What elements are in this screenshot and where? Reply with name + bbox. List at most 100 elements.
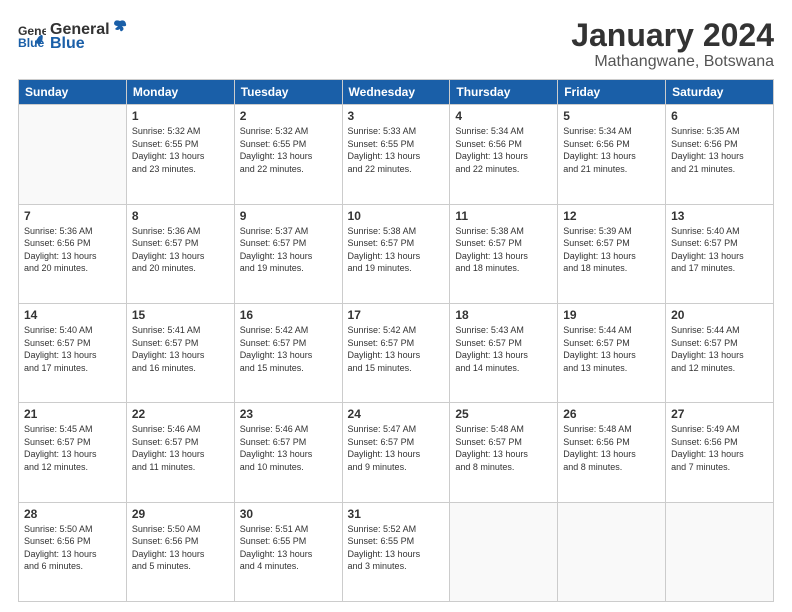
day-number: 26 [563, 407, 660, 421]
day-info: Sunrise: 5:50 AM Sunset: 6:56 PM Dayligh… [132, 523, 229, 573]
day-number: 14 [24, 308, 121, 322]
page: General Blue General Blue January 2024 M… [0, 0, 792, 612]
calendar-cell: 8 Sunrise: 5:36 AM Sunset: 6:57 PM Daylig… [126, 204, 234, 303]
day-info: Sunrise: 5:46 AM Sunset: 6:57 PM Dayligh… [132, 423, 229, 473]
day-number: 9 [240, 209, 337, 223]
day-info: Sunrise: 5:40 AM Sunset: 6:57 PM Dayligh… [24, 324, 121, 374]
calendar-cell: 7 Sunrise: 5:36 AM Sunset: 6:56 PM Daylig… [19, 204, 127, 303]
day-info: Sunrise: 5:37 AM Sunset: 6:57 PM Dayligh… [240, 225, 337, 275]
calendar-cell: 6 Sunrise: 5:35 AM Sunset: 6:56 PM Daylig… [666, 105, 774, 204]
calendar-header-thursday: Thursday [450, 80, 558, 105]
calendar-cell: 9 Sunrise: 5:37 AM Sunset: 6:57 PM Daylig… [234, 204, 342, 303]
day-info: Sunrise: 5:36 AM Sunset: 6:56 PM Dayligh… [24, 225, 121, 275]
calendar-week-1: 1Sunrise: 5:32 AM Sunset: 6:55 PM Daylig… [19, 105, 774, 204]
calendar-cell: 12Sunrise: 5:39 AM Sunset: 6:57 PM Dayli… [558, 204, 666, 303]
calendar-cell: 23 Sunrise: 5:46 AM Sunset: 6:57 PM Dayli… [234, 403, 342, 502]
calendar-cell [19, 105, 127, 204]
day-info: Sunrise: 5:32 AM Sunset: 6:55 PM Dayligh… [132, 125, 229, 175]
day-info: Sunrise: 5:44 AM Sunset: 6:57 PM Dayligh… [563, 324, 660, 374]
calendar-header-wednesday: Wednesday [342, 80, 450, 105]
calendar-cell: 16Sunrise: 5:42 AM Sunset: 6:57 PM Dayli… [234, 303, 342, 402]
day-info: Sunrise: 5:41 AM Sunset: 6:57 PM Dayligh… [132, 324, 229, 374]
calendar-header-monday: Monday [126, 80, 234, 105]
calendar-cell: 4 Sunrise: 5:34 AM Sunset: 6:56 PM Daylig… [450, 105, 558, 204]
calendar-week-4: 21Sunrise: 5:45 AM Sunset: 6:57 PM Dayli… [19, 403, 774, 502]
calendar-cell: 28Sunrise: 5:50 AM Sunset: 6:56 PM Dayli… [19, 502, 127, 601]
day-info: Sunrise: 5:49 AM Sunset: 6:56 PM Dayligh… [671, 423, 768, 473]
logo: General Blue General Blue [18, 18, 128, 53]
calendar-cell: 15 Sunrise: 5:41 AM Sunset: 6:57 PM Dayli… [126, 303, 234, 402]
calendar-cell: 1Sunrise: 5:32 AM Sunset: 6:55 PM Daylig… [126, 105, 234, 204]
day-number: 5 [563, 109, 660, 123]
calendar-cell: 3 Sunrise: 5:33 AM Sunset: 6:55 PM Daylig… [342, 105, 450, 204]
day-info: Sunrise: 5:38 AM Sunset: 6:57 PM Dayligh… [455, 225, 552, 275]
day-number: 29 [132, 507, 229, 521]
day-info: Sunrise: 5:46 AM Sunset: 6:57 PM Dayligh… [240, 423, 337, 473]
calendar-week-3: 14 Sunrise: 5:40 AM Sunset: 6:57 PM Dayli… [19, 303, 774, 402]
logo-icon: General Blue [18, 22, 46, 50]
calendar-cell [450, 502, 558, 601]
day-info: Sunrise: 5:34 AM Sunset: 6:56 PM Dayligh… [455, 125, 552, 175]
day-info: Sunrise: 5:39 AM Sunset: 6:57 PM Dayligh… [563, 225, 660, 275]
calendar-cell: 11Sunrise: 5:38 AM Sunset: 6:57 PM Dayli… [450, 204, 558, 303]
calendar-week-5: 28Sunrise: 5:50 AM Sunset: 6:56 PM Dayli… [19, 502, 774, 601]
day-number: 16 [240, 308, 337, 322]
calendar: SundayMondayTuesdayWednesdayThursdayFrid… [18, 79, 774, 602]
day-number: 8 [132, 209, 229, 223]
day-info: Sunrise: 5:32 AM Sunset: 6:55 PM Dayligh… [240, 125, 337, 175]
calendar-cell: 20 Sunrise: 5:44 AM Sunset: 6:57 PM Dayli… [666, 303, 774, 402]
day-number: 13 [671, 209, 768, 223]
calendar-cell: 27 Sunrise: 5:49 AM Sunset: 6:56 PM Dayli… [666, 403, 774, 502]
calendar-cell [666, 502, 774, 601]
svg-text:Blue: Blue [18, 36, 45, 50]
day-info: Sunrise: 5:48 AM Sunset: 6:56 PM Dayligh… [563, 423, 660, 473]
day-number: 21 [24, 407, 121, 421]
day-number: 27 [671, 407, 768, 421]
day-number: 19 [563, 308, 660, 322]
calendar-cell: 25Sunrise: 5:48 AM Sunset: 6:57 PM Dayli… [450, 403, 558, 502]
day-number: 7 [24, 209, 121, 223]
day-info: Sunrise: 5:35 AM Sunset: 6:56 PM Dayligh… [671, 125, 768, 175]
calendar-cell: 10Sunrise: 5:38 AM Sunset: 6:57 PM Dayli… [342, 204, 450, 303]
day-number: 24 [348, 407, 445, 421]
day-number: 15 [132, 308, 229, 322]
day-number: 23 [240, 407, 337, 421]
day-number: 18 [455, 308, 552, 322]
day-number: 17 [348, 308, 445, 322]
day-info: Sunrise: 5:44 AM Sunset: 6:57 PM Dayligh… [671, 324, 768, 374]
day-number: 22 [132, 407, 229, 421]
day-number: 2 [240, 109, 337, 123]
day-number: 31 [348, 507, 445, 521]
top-section: General Blue General Blue January 2024 M… [18, 18, 774, 71]
day-number: 20 [671, 308, 768, 322]
calendar-cell: 22 Sunrise: 5:46 AM Sunset: 6:57 PM Dayli… [126, 403, 234, 502]
logo-bird-icon [112, 18, 128, 34]
calendar-header-friday: Friday [558, 80, 666, 105]
day-number: 3 [348, 109, 445, 123]
day-info: Sunrise: 5:52 AM Sunset: 6:55 PM Dayligh… [348, 523, 445, 573]
calendar-cell: 30Sunrise: 5:51 AM Sunset: 6:55 PM Dayli… [234, 502, 342, 601]
day-number: 4 [455, 109, 552, 123]
calendar-header-sunday: Sunday [19, 80, 127, 105]
calendar-week-2: 7 Sunrise: 5:36 AM Sunset: 6:56 PM Daylig… [19, 204, 774, 303]
day-info: Sunrise: 5:42 AM Sunset: 6:57 PM Dayligh… [348, 324, 445, 374]
calendar-cell [558, 502, 666, 601]
calendar-cell: 24Sunrise: 5:47 AM Sunset: 6:57 PM Dayli… [342, 403, 450, 502]
day-info: Sunrise: 5:48 AM Sunset: 6:57 PM Dayligh… [455, 423, 552, 473]
day-info: Sunrise: 5:50 AM Sunset: 6:56 PM Dayligh… [24, 523, 121, 573]
title-section: January 2024 Mathangwane, Botswana [571, 18, 774, 71]
calendar-cell: 29 Sunrise: 5:50 AM Sunset: 6:56 PM Dayli… [126, 502, 234, 601]
day-number: 6 [671, 109, 768, 123]
calendar-cell: 5 Sunrise: 5:34 AM Sunset: 6:56 PM Daylig… [558, 105, 666, 204]
calendar-cell: 17 Sunrise: 5:42 AM Sunset: 6:57 PM Dayli… [342, 303, 450, 402]
day-info: Sunrise: 5:36 AM Sunset: 6:57 PM Dayligh… [132, 225, 229, 275]
day-info: Sunrise: 5:43 AM Sunset: 6:57 PM Dayligh… [455, 324, 552, 374]
subtitle: Mathangwane, Botswana [571, 53, 774, 71]
day-info: Sunrise: 5:38 AM Sunset: 6:57 PM Dayligh… [348, 225, 445, 275]
calendar-cell: 13Sunrise: 5:40 AM Sunset: 6:57 PM Dayli… [666, 204, 774, 303]
day-info: Sunrise: 5:33 AM Sunset: 6:55 PM Dayligh… [348, 125, 445, 175]
day-info: Sunrise: 5:34 AM Sunset: 6:56 PM Dayligh… [563, 125, 660, 175]
main-title: January 2024 [571, 18, 774, 53]
calendar-cell: 21Sunrise: 5:45 AM Sunset: 6:57 PM Dayli… [19, 403, 127, 502]
day-info: Sunrise: 5:51 AM Sunset: 6:55 PM Dayligh… [240, 523, 337, 573]
